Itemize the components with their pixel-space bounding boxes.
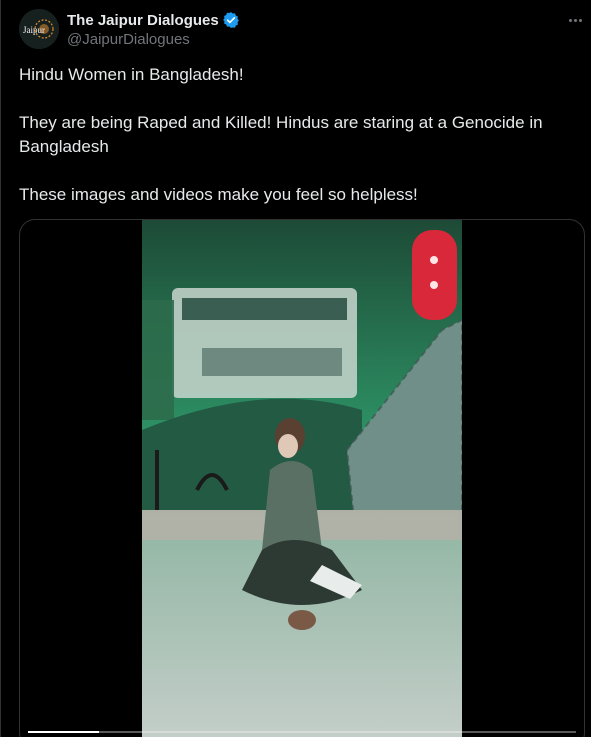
video-progress-fill — [28, 731, 100, 733]
more-options-icon[interactable] — [563, 10, 587, 30]
author-display-name[interactable]: The Jaipur Dialogues — [67, 12, 219, 29]
tweet-card[interactable]: Jaipur The Jaipur Dialogues @JaipurDialo… — [0, 0, 591, 737]
avatar[interactable]: Jaipur — [19, 9, 59, 49]
avatar-text: Jaipur — [23, 25, 45, 35]
video-player[interactable] — [19, 219, 585, 737]
tweet-text-line-2: They are being Raped and Killed! Hindus … — [19, 113, 543, 156]
video-progress-bar[interactable] — [28, 731, 576, 733]
verified-badge-icon — [222, 11, 240, 29]
video-thumbnail — [142, 220, 462, 737]
author-handle[interactable]: @JaipurDialogues — [67, 31, 190, 48]
tweet-text-line-1: Hindu Women in Bangladesh! — [19, 65, 244, 84]
author-name-row[interactable]: The Jaipur Dialogues — [67, 10, 240, 30]
video-frame[interactable] — [142, 220, 462, 737]
tweet-text-line-3: These images and videos make you feel so… — [19, 185, 418, 204]
avatar-logo-icon: Jaipur — [19, 9, 59, 49]
